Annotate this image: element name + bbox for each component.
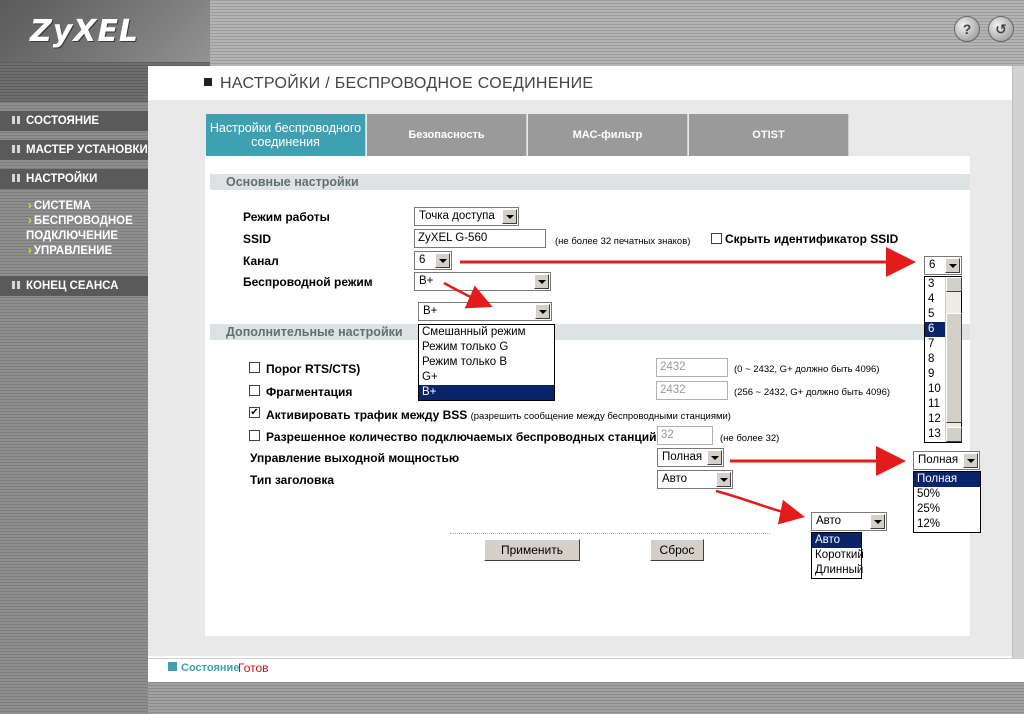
mode-label: Режим работы <box>243 210 330 224</box>
rts-hint: (0 ~ 2432, G+ должно быть 4096) <box>734 364 880 375</box>
channel-scrollbar[interactable] <box>945 277 962 442</box>
option[interactable]: 25% <box>914 502 980 517</box>
option-selected[interactable]: B+ <box>419 385 554 400</box>
rts-input[interactable]: 2432 <box>656 358 728 377</box>
menu-bullet-icon <box>12 145 20 153</box>
ssid-hint: (не более 32 печатных знаков) <box>555 236 691 247</box>
max-clients-input[interactable]: 32 <box>657 426 713 445</box>
title-bullet-icon <box>204 78 212 86</box>
chevron-down-icon[interactable] <box>870 514 885 529</box>
power-options: Полная 50% 25% 12% <box>913 471 981 533</box>
preamble-select[interactable]: Авто <box>657 470 733 489</box>
wireless-mode-dropdown-select[interactable]: B+ <box>418 302 552 321</box>
brand-logo: ZyXEL <box>30 14 140 49</box>
menu-item-setup-wizard[interactable]: МАСТЕР УСТАНОВКИ <box>0 140 148 160</box>
channel-dropdown-select[interactable]: 6 <box>924 256 962 275</box>
logout-icon[interactable]: ↺ <box>988 16 1014 42</box>
fragmentation-input[interactable]: 2432 <box>656 381 728 400</box>
channel-label: Канал <box>243 254 279 268</box>
option-selected[interactable]: Полная <box>914 472 980 487</box>
wireless-mode-select[interactable]: B+ <box>414 272 551 291</box>
menu-item-status[interactable]: СОСТОЯНИЕ <box>0 111 148 131</box>
wireless-mode-options: Смешанный режим Режим только G Режим тол… <box>418 324 555 401</box>
submenu-item-wireless[interactable]: › БЕСПРОВОДНОЕ <box>28 214 133 229</box>
power-select[interactable]: Полная <box>657 448 724 467</box>
mode-select[interactable]: Точка доступа <box>414 207 519 226</box>
power-dropdown-select[interactable]: Полная <box>913 451 980 470</box>
preamble-label: Тип заголовка <box>250 473 335 487</box>
chevron-down-icon[interactable] <box>945 258 960 273</box>
status-label: Состояние <box>168 662 239 674</box>
option[interactable]: Длинный <box>812 563 863 578</box>
window-scrollbar[interactable] <box>1012 66 1024 658</box>
fragmentation-label: Фрагментация <box>266 385 353 399</box>
menu-bullet-icon <box>12 281 20 289</box>
status-bar <box>148 658 1024 682</box>
bottom-stripe <box>148 682 1024 714</box>
status-icon <box>168 662 177 671</box>
chevron-down-icon[interactable] <box>707 450 722 465</box>
sidebar <box>0 66 148 714</box>
menu-item-settings[interactable]: НАСТРОЙКИ <box>0 169 148 189</box>
wireless-mode-label: Беспроводной режим <box>243 275 373 289</box>
page-title: НАСТРОЙКИ / БЕСПРОВОДНОЕ СОЕДИНЕНИЕ <box>204 75 593 93</box>
chevron-down-icon[interactable] <box>435 253 450 268</box>
hide-ssid-label: Скрыть идентификатор SSID <box>725 232 899 246</box>
divider <box>450 533 770 534</box>
hide-ssid-checkbox[interactable] <box>711 233 722 244</box>
chevron-down-icon[interactable] <box>963 453 978 468</box>
ssid-label: SSID <box>243 232 272 246</box>
submenu-item-system[interactable]: › СИСТЕМА <box>28 199 133 214</box>
menu-item-logout[interactable]: КОНЕЦ СЕАНСА <box>0 276 148 296</box>
bss-hint: (разрешить сообщение между беспроводными… <box>470 411 731 422</box>
ssid-input[interactable]: ZyXEL G-560 <box>414 229 546 248</box>
channel-select[interactable]: 6 <box>414 251 452 270</box>
submenu: › СИСТЕМА › БЕСПРОВОДНОЕ ПОДКЛЮЧЕНИЕ › УПРА… <box>26 199 133 259</box>
chevron-down-icon[interactable] <box>716 472 731 487</box>
preamble-options: Авто Короткий Длинный <box>811 532 864 579</box>
section-basic-settings: Основные настройки <box>210 174 970 190</box>
max-clients-hint: (не более 32) <box>720 433 780 444</box>
scroll-down-icon[interactable] <box>946 427 962 442</box>
rts-label: Порог RTS/CTS) <box>266 362 361 376</box>
option-selected[interactable]: 6 <box>925 322 946 337</box>
tab-mac-filter[interactable]: МАС-фильтр <box>528 114 688 156</box>
scroll-up-icon[interactable] <box>946 277 962 292</box>
bss-label: Активировать трафик между BSS (разрешить… <box>266 408 731 422</box>
preamble-dropdown-select[interactable]: Авто <box>811 512 887 531</box>
max-clients-checkbox[interactable] <box>249 430 260 441</box>
chevron-down-icon[interactable] <box>534 274 549 289</box>
submenu-item-management[interactable]: › УПРАВЛЕНИЕ <box>28 244 133 259</box>
power-label: Управление выходной мощностью <box>250 451 460 465</box>
fragmentation-checkbox[interactable] <box>249 385 260 396</box>
tab-wireless-settings[interactable]: Настройки беспроводного соединения <box>206 114 366 156</box>
rts-checkbox[interactable] <box>249 362 260 373</box>
option-selected[interactable]: Авто <box>812 533 861 548</box>
menu-bullet-icon <box>12 174 20 182</box>
option[interactable]: Смешанный режим <box>419 325 554 340</box>
bss-checkbox[interactable]: ✔ <box>249 407 260 418</box>
fragmentation-hint: (256 ~ 2432, G+ должно быть 4096) <box>734 387 891 398</box>
status-value: Готов <box>238 661 269 675</box>
submenu-item-wireless-cont[interactable]: ПОДКЛЮЧЕНИЕ <box>26 229 133 244</box>
option[interactable]: 12% <box>914 517 980 532</box>
channel-options: 3 4 5 6 7 8 9 10 11 12 13 <box>924 276 962 443</box>
option[interactable]: Режим только G <box>419 340 554 355</box>
tab-security[interactable]: Безопасность <box>367 114 527 156</box>
help-icon[interactable]: ? <box>954 16 980 42</box>
apply-button[interactable]: Применить <box>484 539 580 561</box>
section-advanced-settings: Дополнительные настройки <box>210 324 970 340</box>
tab-otist[interactable]: OTIST <box>689 114 849 156</box>
menu-bullet-icon <box>12 116 20 124</box>
option[interactable]: 50% <box>914 487 980 502</box>
option[interactable]: Короткий <box>812 548 864 563</box>
chevron-down-icon[interactable] <box>535 304 550 319</box>
scroll-thumb[interactable] <box>946 313 962 423</box>
option[interactable]: Режим только B <box>419 355 554 370</box>
max-clients-label: Разрешенное количество подключаемых бесп… <box>266 430 661 444</box>
reset-button[interactable]: Сброс <box>650 539 704 561</box>
chevron-down-icon[interactable] <box>502 209 517 224</box>
option[interactable]: G+ <box>419 370 554 385</box>
